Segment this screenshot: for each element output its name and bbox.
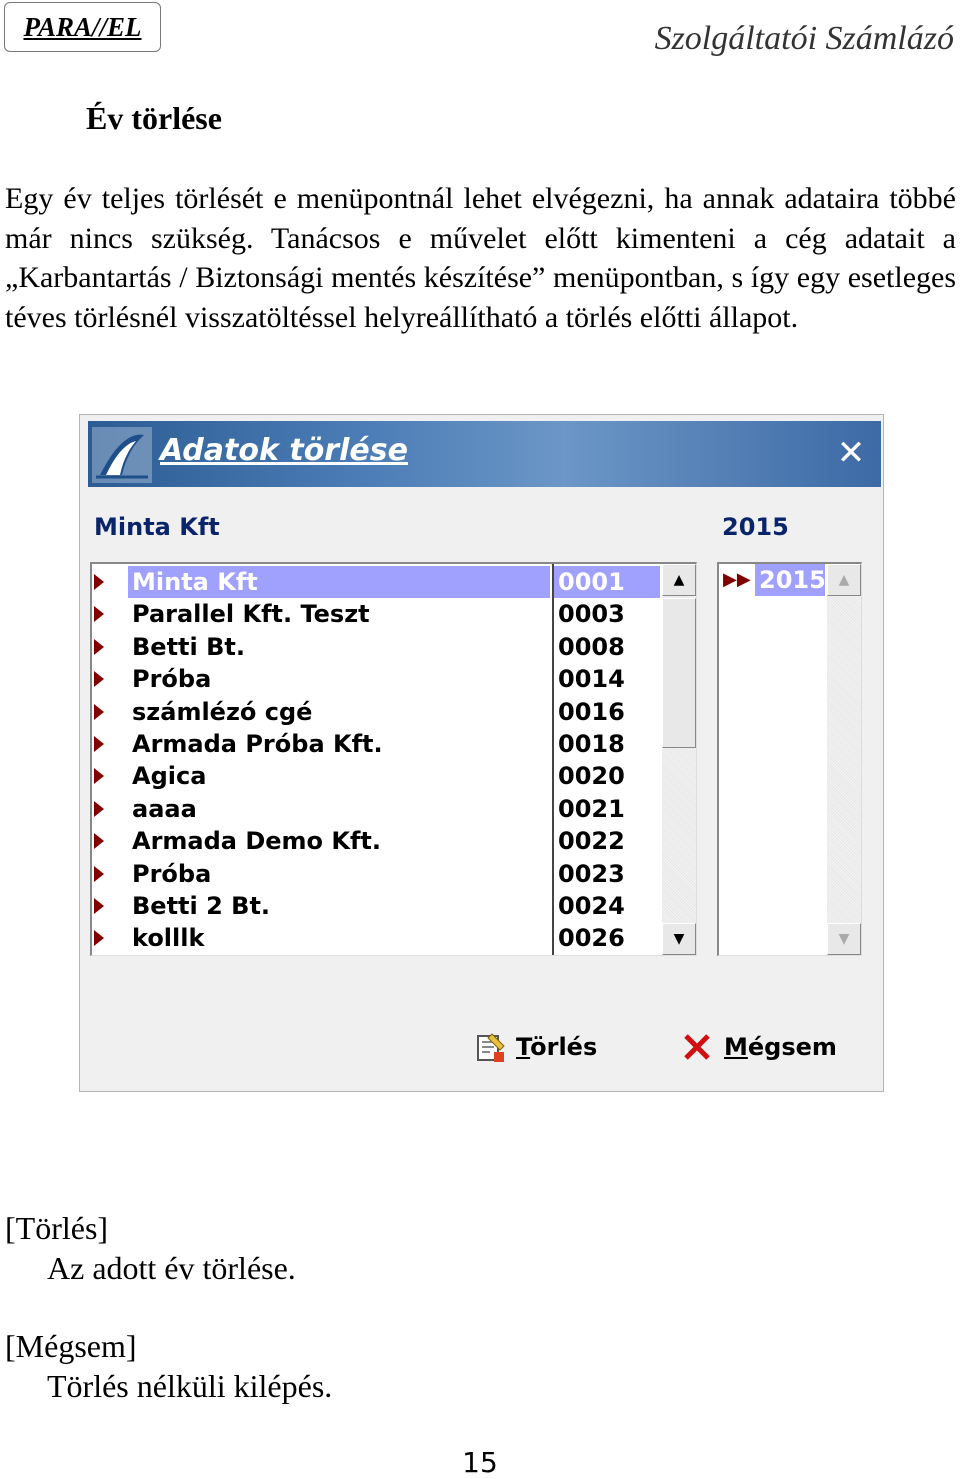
- year-row[interactable]: ▶▶ 2015: [719, 564, 827, 596]
- year-list-scrollbar[interactable]: ▲ ▼: [827, 564, 861, 955]
- company-name-cell: Próba: [132, 859, 212, 888]
- delete-document-icon: [477, 1033, 505, 1062]
- company-code-cell: 0016: [558, 697, 625, 726]
- row-marker-icon: [94, 703, 104, 720]
- scroll-up-button[interactable]: ▲: [662, 564, 696, 596]
- row-marker-icon: [94, 671, 104, 688]
- row-marker-icon: [94, 800, 104, 817]
- year-label: 2015: [722, 513, 789, 541]
- table-row[interactable]: Agica 0020: [92, 760, 660, 792]
- dialog-title: Adatok törlése: [160, 433, 408, 468]
- delete-button[interactable]: Törlés: [474, 1029, 597, 1065]
- delete-button-label: örlés: [530, 1033, 598, 1061]
- parallel-logo: PARA//EL: [4, 2, 161, 52]
- company-name-cell: Agica: [132, 762, 207, 791]
- sail-logo-icon: [92, 427, 152, 483]
- row-marker-icon: [94, 833, 104, 850]
- table-row[interactable]: számlézó cgé 0016: [92, 696, 660, 728]
- section-title: Év törlése: [86, 100, 222, 136]
- table-row[interactable]: Próba 0014: [92, 663, 660, 695]
- current-row-marker-icon: ▶▶: [723, 569, 751, 590]
- table-row[interactable]: Parallel Kft. Teszt 0003: [92, 598, 660, 630]
- company-name-cell: számlézó cgé: [132, 697, 313, 726]
- company-code-cell: 0026: [558, 924, 625, 953]
- delete-button-mnemonic: T: [516, 1033, 531, 1061]
- table-row[interactable]: aaaa 0021: [92, 793, 660, 825]
- dialog-titlebar: Adatok törlése ✕: [88, 421, 881, 487]
- close-button[interactable]: ✕: [833, 435, 869, 471]
- company-code-cell: 0018: [558, 730, 625, 758]
- company-name-cell: Armada Próba Kft.: [132, 730, 383, 758]
- company-code-cell: 0021: [558, 794, 625, 823]
- help-desc-cancel: Törlés nélküli kilépés.: [47, 1368, 333, 1404]
- logo-text: PARA//EL: [23, 11, 142, 42]
- row-marker-icon: [94, 638, 104, 655]
- row-marker-icon: [94, 606, 104, 623]
- intro-paragraph: Egy év teljes törlését e menüpontnál leh…: [5, 182, 956, 334]
- row-marker-icon: [94, 898, 104, 914]
- company-name-cell: Betti 2 Bt.: [132, 892, 271, 920]
- year-scroll-down-button[interactable]: ▼: [827, 923, 861, 955]
- table-row[interactable]: Minta Kft 0001: [92, 566, 660, 598]
- row-marker-icon: [94, 736, 104, 752]
- company-code-cell: 0003: [558, 600, 625, 629]
- table-row[interactable]: kolllk 0026: [92, 922, 660, 954]
- company-code-cell: 0023: [558, 859, 625, 888]
- scroll-thumb[interactable]: [662, 598, 696, 748]
- cancel-button-mnemonic: M: [724, 1033, 748, 1061]
- table-row[interactable]: Armada Próba Kft. 0018: [92, 728, 660, 760]
- company-name-cell: Armada Demo Kft.: [132, 827, 382, 856]
- company-code-cell: 0001: [554, 566, 660, 598]
- company-code-cell: 0014: [558, 665, 625, 694]
- company-label: Minta Kft: [94, 513, 220, 541]
- year-scroll-up-button[interactable]: ▲: [827, 564, 861, 596]
- cancel-x-icon: [684, 1034, 710, 1060]
- scroll-down-button[interactable]: ▼: [662, 923, 696, 955]
- company-code-cell: 0022: [558, 827, 625, 856]
- table-row[interactable]: Betti Bt. 0008: [92, 631, 660, 663]
- page-number: 15: [462, 1446, 498, 1479]
- help-desc-delete: Az adott év törlése.: [47, 1250, 296, 1286]
- delete-data-dialog: Adatok törlése ✕ Minta Kft 2015 Minta Kf…: [79, 414, 884, 1092]
- company-grid-scrollbar[interactable]: ▲ ▼: [662, 564, 696, 955]
- cancel-button[interactable]: Mégsem: [682, 1029, 837, 1065]
- help-key-delete: [Törlés]: [5, 1210, 109, 1246]
- company-name-cell: Betti Bt.: [132, 632, 245, 661]
- year-list[interactable]: ▶▶ 2015 ▲ ▼: [717, 562, 862, 956]
- table-row[interactable]: Próba 0023: [92, 858, 660, 890]
- row-marker-icon: [94, 930, 104, 947]
- company-name-cell: Minta Kft: [128, 566, 550, 598]
- company-code-cell: 0020: [558, 762, 625, 791]
- row-marker-icon: [94, 865, 104, 882]
- company-name-cell: Parallel Kft. Teszt: [132, 600, 370, 629]
- company-code-cell: 0008: [558, 632, 625, 661]
- table-row[interactable]: Betti 2 Bt. 0024: [92, 890, 660, 922]
- table-row[interactable]: Armada Demo Kft. 0022: [92, 825, 660, 857]
- row-marker-icon: [94, 574, 104, 590]
- year-cell: 2015: [755, 564, 826, 596]
- company-grid[interactable]: Minta Kft 0001 Parallel Kft. Teszt 0003 Bett…: [90, 562, 697, 956]
- company-name-cell: aaaa: [132, 794, 197, 823]
- product-title: Szolgáltatói Számlázó: [654, 20, 954, 57]
- company-name-cell: kolllk: [132, 924, 205, 953]
- help-key-cancel: [Mégsem]: [5, 1328, 137, 1364]
- company-name-cell: Próba: [132, 665, 212, 694]
- company-code-cell: 0024: [558, 892, 625, 920]
- cancel-button-label: égsem: [747, 1033, 837, 1061]
- row-marker-icon: [94, 768, 104, 785]
